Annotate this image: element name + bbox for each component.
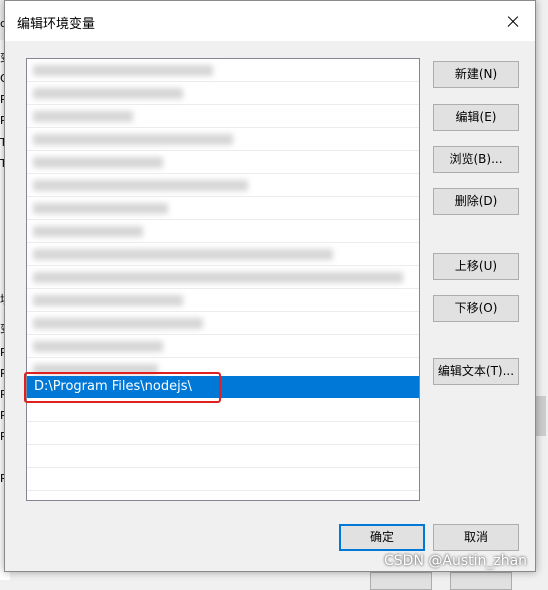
edit-env-var-dialog: 编辑环境变量 D:\Program Files\nodejs\ 新建(N) 编辑… xyxy=(4,0,536,572)
list-item-empty[interactable] xyxy=(27,468,419,491)
list-item[interactable] xyxy=(27,105,419,128)
list-item-empty[interactable] xyxy=(27,445,419,468)
ok-button[interactable]: 确定 xyxy=(339,524,425,551)
dialog-title: 编辑环境变量 xyxy=(17,17,96,32)
list-item[interactable] xyxy=(27,197,419,220)
list-item[interactable] xyxy=(27,312,419,335)
list-item-empty[interactable] xyxy=(27,422,419,445)
list-item[interactable] xyxy=(27,335,419,358)
list-item[interactable] xyxy=(27,220,419,243)
list-item[interactable] xyxy=(27,82,419,105)
watermark: CSDN @Austin_zhan xyxy=(384,553,528,569)
move-down-button[interactable]: 下移(O) xyxy=(433,295,519,322)
move-up-button[interactable]: 上移(U) xyxy=(433,253,519,280)
new-button[interactable]: 新建(N) xyxy=(433,61,519,88)
background-button[interactable] xyxy=(370,572,432,590)
annotation-highlight-box xyxy=(24,372,221,403)
list-item[interactable] xyxy=(27,174,419,197)
list-item[interactable] xyxy=(27,243,419,266)
close-icon[interactable] xyxy=(489,1,535,41)
browse-button[interactable]: 浏览(B)... xyxy=(433,146,519,173)
list-item[interactable] xyxy=(27,151,419,174)
list-item[interactable] xyxy=(27,266,419,289)
path-list[interactable]: D:\Program Files\nodejs\ xyxy=(26,58,420,501)
list-item[interactable] xyxy=(27,289,419,312)
background-button[interactable] xyxy=(450,572,512,590)
edit-button[interactable]: 编辑(E) xyxy=(433,104,519,131)
background-scrollbar-thumb[interactable] xyxy=(536,396,546,436)
edit-text-button[interactable]: 编辑文本(T)... xyxy=(433,358,519,385)
list-item[interactable] xyxy=(27,128,419,151)
delete-button[interactable]: 删除(D) xyxy=(433,188,519,215)
title-bar: 编辑环境变量 xyxy=(5,1,535,41)
list-item[interactable] xyxy=(27,59,419,82)
cancel-button[interactable]: 取消 xyxy=(433,524,519,551)
